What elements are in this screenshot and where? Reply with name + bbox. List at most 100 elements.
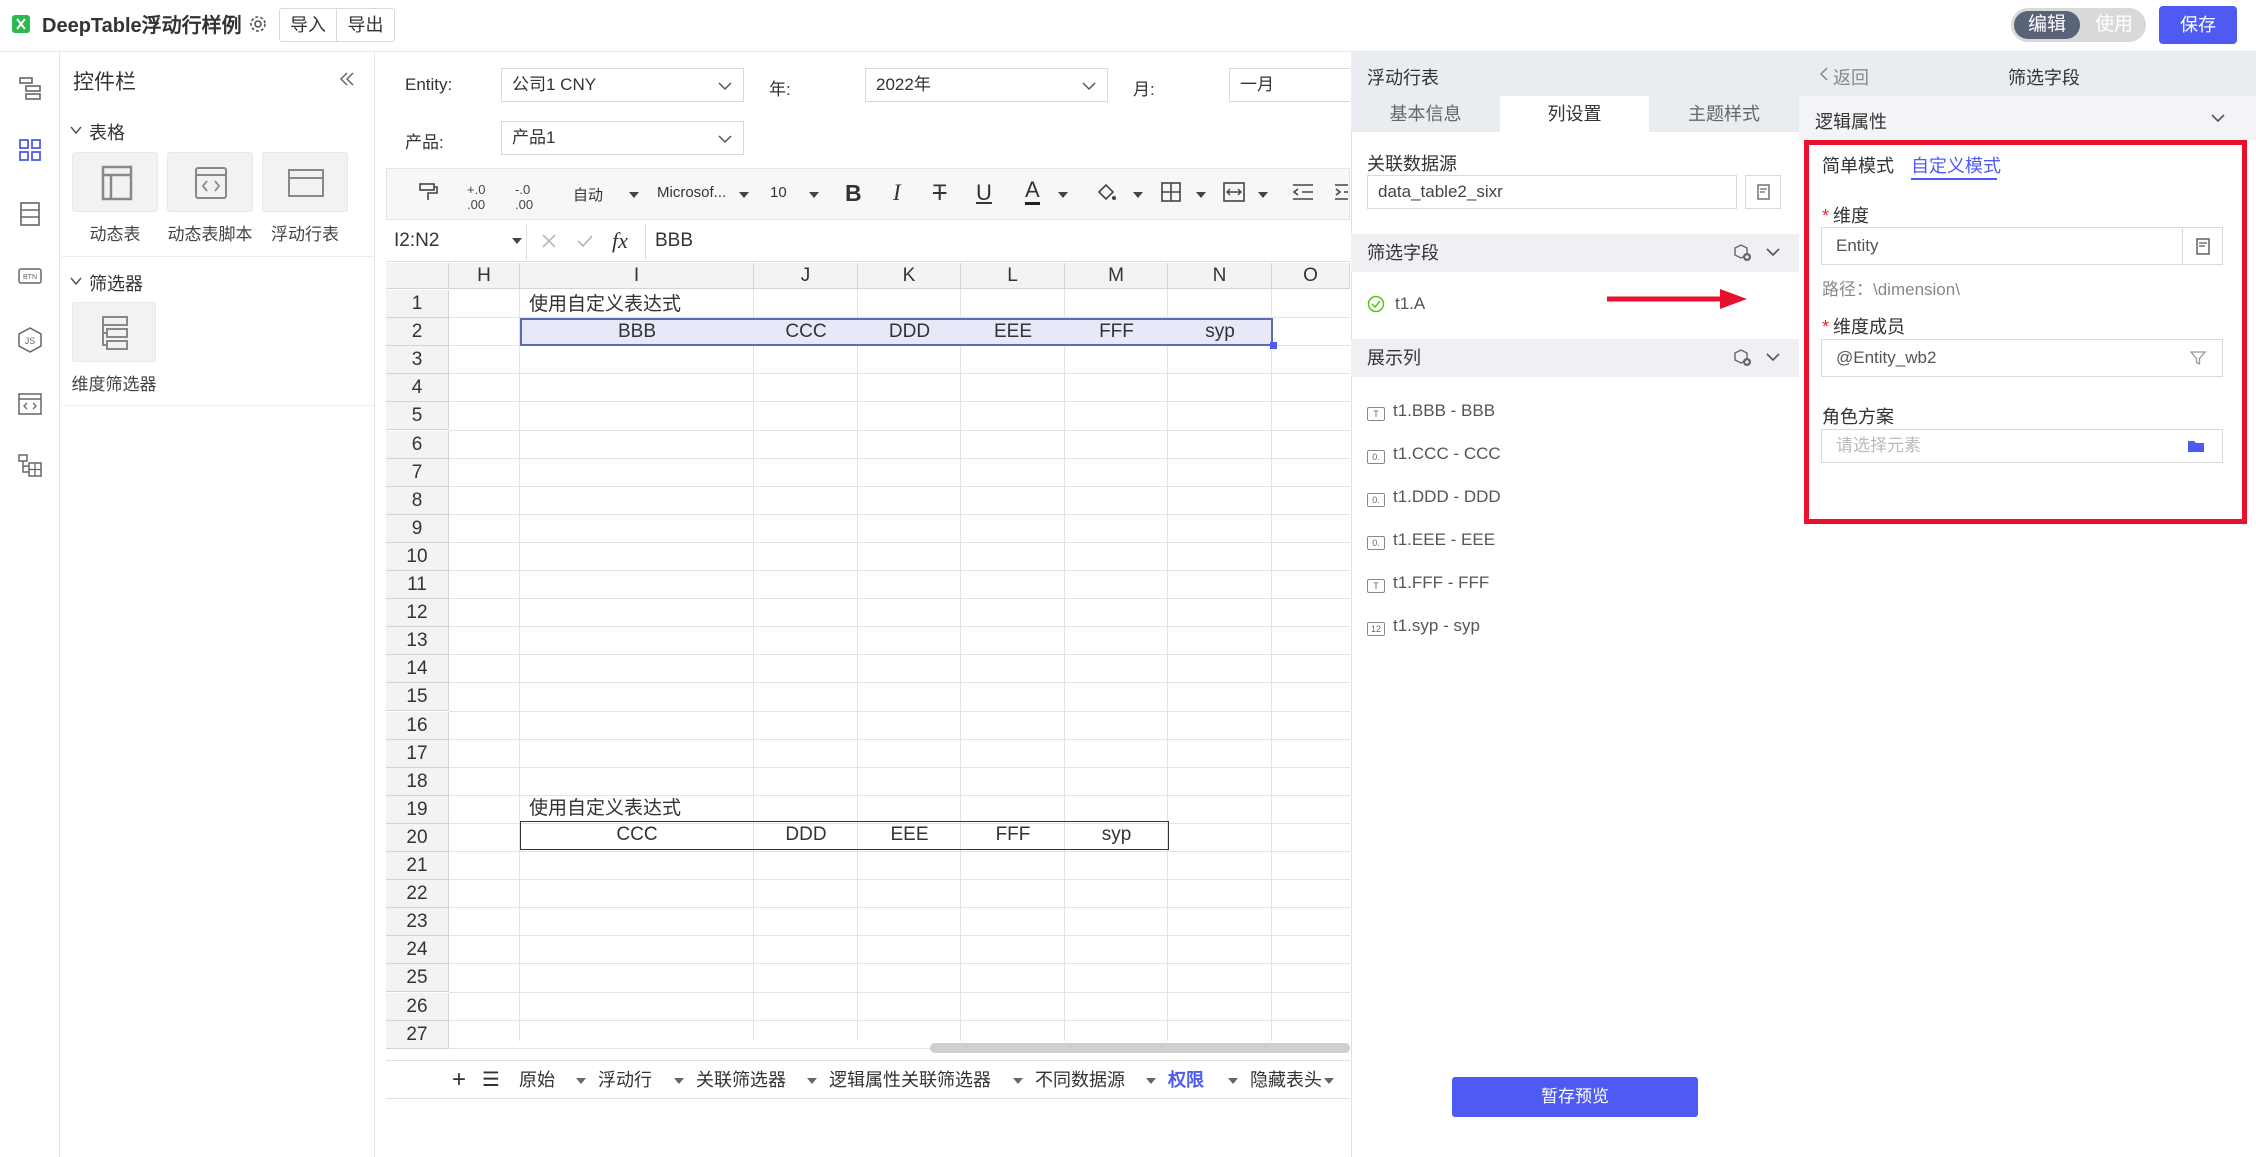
datasource-picker-button[interactable] — [1745, 175, 1781, 209]
row-header[interactable]: 24 — [386, 936, 449, 964]
column-header-j[interactable]: J — [754, 263, 858, 289]
chevron-down-icon[interactable] — [1228, 1078, 1238, 1085]
row-header[interactable]: 11 — [386, 571, 449, 599]
chevron-down-icon[interactable] — [1058, 192, 1068, 199]
sheet-tab[interactable]: 关联筛选器 — [696, 1066, 786, 1094]
cell-i20[interactable]: CCC — [520, 821, 754, 849]
row-header[interactable]: 25 — [386, 964, 449, 992]
cell-j2[interactable]: CCC — [754, 318, 858, 346]
chevron-down-icon[interactable] — [674, 1078, 684, 1085]
settings-gear-icon[interactable] — [248, 14, 268, 34]
display-column-item[interactable]: 12 t1.syp - syp — [1367, 614, 1480, 638]
components-grid-icon[interactable] — [16, 136, 44, 164]
cell-i2[interactable]: BBB — [520, 318, 754, 346]
row-header[interactable]: 2 — [386, 318, 449, 346]
role-scheme-input[interactable]: 请选择元素 — [1821, 429, 2223, 463]
chevron-down-icon[interactable] — [1133, 192, 1143, 199]
cell-l2[interactable]: EEE — [961, 318, 1065, 346]
row-header[interactable]: 21 — [386, 852, 449, 880]
outline-icon[interactable] — [16, 74, 44, 102]
column-header-k[interactable]: K — [858, 263, 961, 289]
row-header[interactable]: 3 — [386, 346, 449, 374]
export-button[interactable]: 导出 — [336, 8, 395, 42]
row-header[interactable]: 12 — [386, 599, 449, 627]
chevron-down-icon[interactable] — [2211, 112, 2225, 124]
tab-theme-style[interactable]: 主题样式 — [1649, 96, 1799, 132]
chevron-down-icon[interactable] — [1324, 1078, 1334, 1085]
row-header[interactable]: 4 — [386, 374, 449, 402]
row-header[interactable]: 14 — [386, 655, 449, 683]
chevron-down-icon[interactable] — [1258, 192, 1268, 199]
mode-edit-option[interactable]: 编辑 — [2014, 11, 2080, 39]
chevron-down-icon[interactable] — [1013, 1078, 1023, 1085]
save-button[interactable]: 保存 — [2159, 6, 2237, 44]
add-display-column-icon[interactable] — [1732, 348, 1752, 368]
font-family-select[interactable]: Microsof... — [657, 184, 726, 201]
display-column-item[interactable]: Tt1.BBB - BBB — [1367, 399, 1495, 423]
increase-indent-icon[interactable] — [1334, 183, 1348, 201]
dynamic-table-script-tile[interactable] — [167, 152, 253, 212]
increase-decimal-icon[interactable]: +.0.00 — [467, 182, 485, 212]
filter-field-item[interactable]: t1.A — [1395, 294, 1425, 314]
row-header[interactable]: 10 — [386, 543, 449, 571]
dynamic-table-tile[interactable] — [72, 152, 158, 212]
column-header-l[interactable]: L — [961, 263, 1065, 289]
filter-funnel-icon[interactable] — [2190, 350, 2206, 366]
custom-mode-tab[interactable]: 自定义模式 — [1911, 152, 2001, 178]
format-painter-icon[interactable] — [417, 181, 439, 203]
cell-m2[interactable]: FFF — [1065, 318, 1168, 346]
row-header[interactable]: 18 — [386, 768, 449, 796]
sheet-tab[interactable]: 原始 — [519, 1066, 555, 1094]
row-header[interactable]: 6 — [386, 431, 449, 459]
chevron-down-icon[interactable] — [809, 192, 819, 199]
display-column-item[interactable]: 0. t1.CCC - CCC — [1367, 442, 1501, 466]
tab-column-settings[interactable]: 列设置 — [1500, 96, 1649, 132]
italic-icon[interactable]: I — [893, 180, 901, 206]
column-header-o[interactable]: O — [1272, 263, 1350, 289]
confirm-edit-icon[interactable] — [576, 232, 594, 250]
row-header[interactable]: 9 — [386, 515, 449, 543]
cell-m20[interactable]: syp — [1065, 821, 1168, 849]
cell-k20[interactable]: EEE — [858, 821, 961, 849]
floating-row-table-tile[interactable] — [262, 152, 348, 212]
button-component-icon[interactable]: BTN — [16, 262, 44, 290]
font-size-select[interactable]: 10 — [770, 184, 787, 201]
javascript-icon[interactable]: JS — [16, 326, 44, 354]
chevron-down-icon[interactable] — [69, 123, 83, 137]
chevron-down-icon[interactable] — [1766, 246, 1780, 258]
row-header[interactable]: 13 — [386, 627, 449, 655]
datasource-input[interactable]: data_table2_sixr — [1367, 175, 1737, 209]
chevron-down-icon[interactable] — [807, 1078, 817, 1085]
row-header[interactable]: 17 — [386, 740, 449, 768]
row-header[interactable]: 26 — [386, 993, 449, 1021]
decrease-decimal-icon[interactable]: -.0.00 — [515, 182, 533, 212]
mode-use-option[interactable]: 使用 — [2084, 11, 2144, 39]
collapse-panel-icon[interactable] — [338, 70, 356, 88]
row-header[interactable]: 20 — [386, 824, 449, 852]
wrap-mode-select[interactable]: 自动 — [573, 184, 603, 205]
cell-i1[interactable]: 使用自定义表达式 — [529, 291, 681, 319]
chevron-down-icon[interactable] — [576, 1078, 586, 1085]
dimension-filter-tile[interactable] — [72, 302, 156, 362]
row-header[interactable]: 16 — [386, 712, 449, 740]
chevron-down-icon[interactable] — [1196, 192, 1206, 199]
column-header-i[interactable]: I — [520, 263, 754, 289]
tab-basic-info[interactable]: 基本信息 — [1351, 96, 1500, 132]
cell-i19[interactable]: 使用自定义表达式 — [529, 795, 681, 823]
data-table-icon[interactable] — [16, 200, 44, 228]
member-input[interactable]: @Entity_wb2 — [1821, 339, 2223, 377]
add-sheet-icon[interactable]: + — [452, 1066, 466, 1094]
row-header[interactable]: 5 — [386, 402, 449, 430]
tree-table-icon[interactable] — [16, 452, 44, 480]
chevron-down-icon[interactable] — [629, 192, 639, 199]
entity-param-select[interactable]: 公司1 CNY — [501, 68, 744, 102]
row-header[interactable]: 27 — [386, 1021, 449, 1049]
sheet-tab[interactable]: 权限 — [1168, 1066, 1204, 1094]
sheet-tab[interactable]: 隐藏表头 — [1250, 1066, 1322, 1094]
borders-icon[interactable] — [1161, 182, 1181, 202]
function-icon[interactable]: fx — [612, 228, 628, 254]
code-component-icon[interactable] — [16, 390, 44, 418]
chevron-down-icon[interactable] — [739, 192, 749, 199]
simple-mode-tab[interactable]: 简单模式 — [1822, 152, 1894, 178]
row-header[interactable]: 22 — [386, 880, 449, 908]
